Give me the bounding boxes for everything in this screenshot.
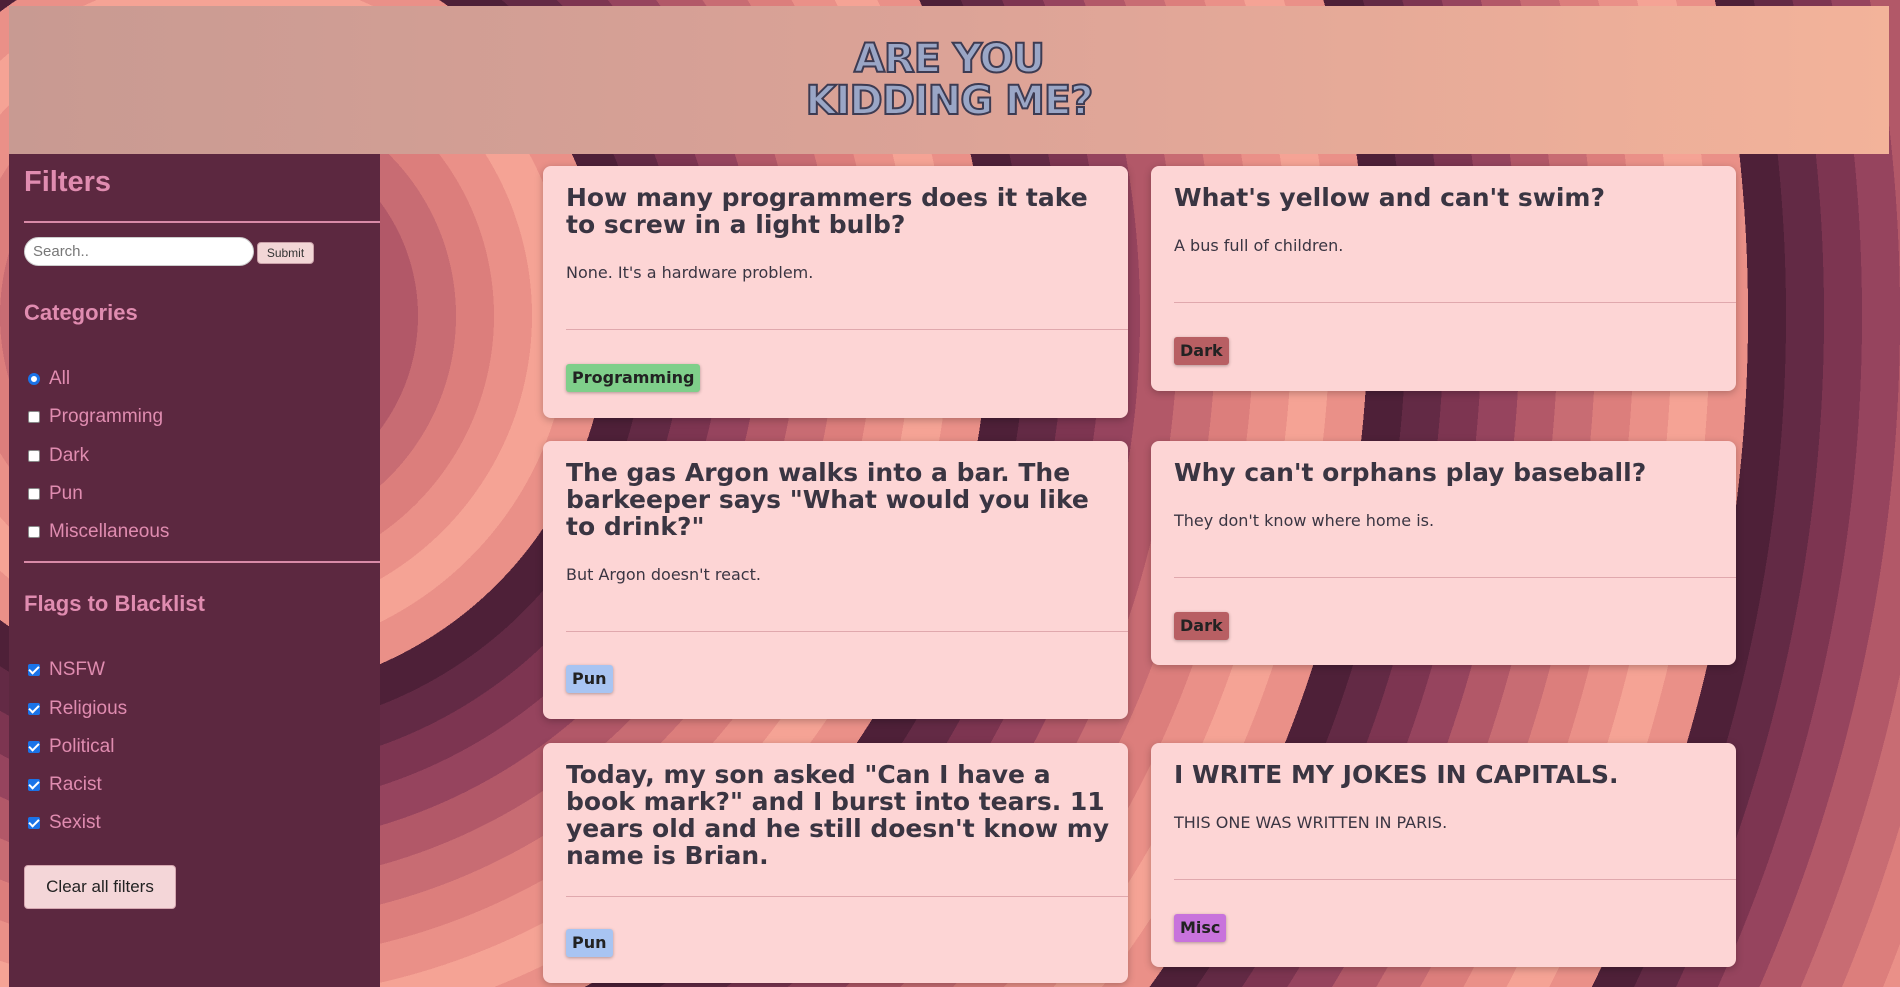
joke-card: The gas Argon walks into a bar. The bark…	[543, 441, 1128, 719]
divider	[566, 329, 1128, 330]
flag-racist[interactable]: Racist	[28, 774, 102, 796]
category-dark[interactable]: Dark	[28, 445, 89, 467]
category-miscellaneous[interactable]: Miscellaneous	[28, 521, 169, 543]
flag-nsfw[interactable]: NSFW	[28, 659, 105, 681]
joke-delivery: None. It's a hardware problem.	[566, 263, 814, 282]
category-label: Pun	[49, 483, 83, 504]
filters-sidebar: Filters Submit Categories All Programmin…	[9, 154, 380, 987]
joke-card: Why can't orphans play baseball? They do…	[1151, 441, 1736, 665]
joke-setup: How many programmers does it take to scr…	[566, 183, 1088, 239]
tag-badge: Misc	[1174, 914, 1227, 942]
divider	[1174, 302, 1736, 303]
flag-label: Sexist	[49, 812, 101, 833]
checkbox-checked-icon[interactable]	[28, 817, 40, 829]
joke-delivery: A bus full of children.	[1174, 236, 1344, 255]
category-label: Programming	[49, 406, 164, 427]
flags-title: Flags to Blacklist	[24, 591, 205, 616]
joke-card: I WRITE MY JOKES IN CAPITALS. THIS ONE W…	[1151, 743, 1736, 967]
checkbox-checked-icon[interactable]	[28, 741, 40, 753]
checkbox-icon[interactable]	[28, 450, 40, 462]
tag-badge: Pun	[566, 929, 613, 957]
tag-badge: Programming	[566, 364, 701, 392]
divider	[1174, 577, 1736, 578]
submit-button[interactable]: Submit	[257, 242, 314, 264]
joke-setup: What's yellow and can't swim?	[1174, 183, 1605, 212]
category-pun[interactable]: Pun	[28, 483, 83, 505]
joke-card: How many programmers does it take to scr…	[543, 166, 1128, 418]
checkbox-checked-icon[interactable]	[28, 664, 40, 676]
divider	[24, 221, 380, 223]
joke-card: What's yellow and can't swim? A bus full…	[1151, 166, 1736, 391]
flag-label: Racist	[49, 774, 102, 795]
divider	[566, 631, 1128, 632]
category-label: Dark	[49, 445, 90, 466]
flag-label: Political	[49, 736, 115, 757]
category-label: Miscellaneous	[49, 521, 170, 542]
divider	[24, 561, 380, 563]
flag-religious[interactable]: Religious	[28, 698, 127, 720]
category-all[interactable]: All	[28, 368, 70, 390]
category-programming[interactable]: Programming	[28, 406, 163, 428]
tag-badge: Pun	[566, 665, 613, 693]
flag-sexist[interactable]: Sexist	[28, 812, 101, 834]
category-label: All	[49, 368, 71, 389]
joke-card: Today, my son asked "Can I have a book m…	[543, 743, 1128, 983]
logo-line-2: KIDDING ME?	[805, 78, 1095, 124]
checkbox-checked-icon[interactable]	[28, 779, 40, 791]
tag-badge: Dark	[1174, 337, 1229, 365]
joke-delivery: They don't know where home is.	[1174, 511, 1435, 530]
checkbox-checked-icon[interactable]	[28, 703, 40, 715]
radio-icon[interactable]	[28, 373, 40, 385]
page: ARE YOU KIDDING ME? Filters Submit Categ…	[0, 0, 1900, 987]
logo-line-1: ARE YOU	[853, 36, 1046, 82]
joke-setup: Today, my son asked "Can I have a book m…	[566, 760, 1110, 870]
flag-political[interactable]: Political	[28, 736, 114, 758]
site-logo: ARE YOU KIDDING ME?	[805, 36, 1095, 124]
filters-title: Filters	[24, 166, 112, 198]
tag-badge: Dark	[1174, 612, 1229, 640]
divider	[1174, 879, 1736, 880]
categories-title: Categories	[24, 300, 138, 325]
search-input[interactable]	[24, 237, 254, 266]
joke-setup: Why can't orphans play baseball?	[1174, 458, 1647, 487]
checkbox-icon[interactable]	[28, 526, 40, 538]
joke-setup: I WRITE MY JOKES IN CAPITALS.	[1174, 760, 1619, 789]
checkbox-icon[interactable]	[28, 488, 40, 500]
joke-delivery: THIS ONE WAS WRITTEN IN PARIS.	[1174, 813, 1448, 832]
site-header: ARE YOU KIDDING ME?	[9, 6, 1889, 154]
flag-label: Religious	[49, 698, 128, 719]
joke-delivery: But Argon doesn't react.	[566, 565, 761, 584]
flag-label: NSFW	[49, 659, 105, 680]
joke-setup: The gas Argon walks into a bar. The bark…	[566, 458, 1089, 541]
checkbox-icon[interactable]	[28, 411, 40, 423]
divider	[566, 896, 1128, 897]
clear-filters-button[interactable]: Clear all filters	[24, 865, 176, 909]
